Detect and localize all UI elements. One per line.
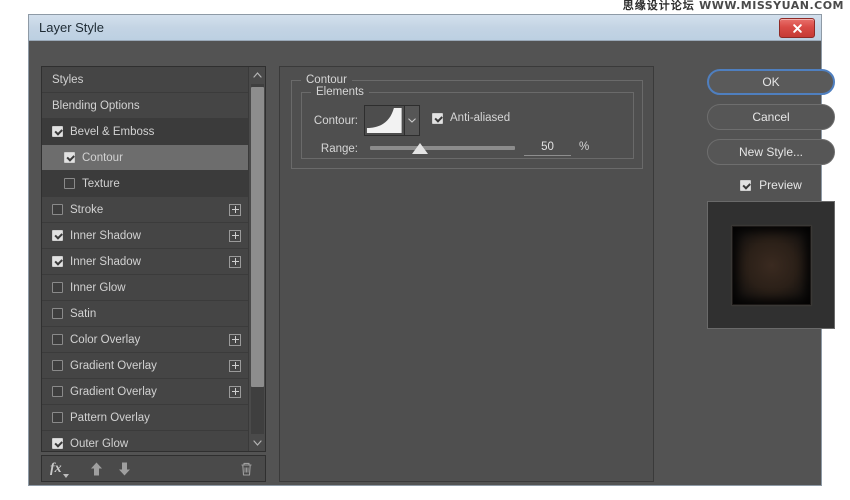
- range-slider-track[interactable]: [370, 146, 515, 150]
- checkbox-icon[interactable]: [52, 308, 63, 319]
- sidebar-item-label: Bevel & Emboss: [70, 125, 155, 138]
- contour-group-title: Contour: [301, 74, 352, 86]
- checkbox-icon[interactable]: [52, 360, 63, 371]
- sidebar-item-satin[interactable]: Satin: [42, 301, 248, 327]
- arrow-down-icon[interactable]: [118, 461, 131, 476]
- fx-label: fx: [50, 460, 62, 476]
- range-field-label: Range:: [320, 143, 358, 155]
- checkbox-icon[interactable]: [52, 126, 63, 137]
- sidebar-item-label: Gradient Overlay: [70, 385, 157, 398]
- layer-style-dialog: Layer Style Styles Blending Options Beve…: [28, 14, 835, 486]
- sidebar-item-color-overlay[interactable]: Color Overlay: [42, 327, 248, 353]
- sidebar-item-bevel-emboss[interactable]: Bevel & Emboss: [42, 119, 248, 145]
- chevron-down-icon: [62, 473, 69, 478]
- dialog-body: Styles Blending Options Bevel & Emboss C…: [29, 41, 835, 485]
- sidebar-item-label: Inner Shadow: [70, 229, 141, 242]
- sidebar-item-inner-shadow-2[interactable]: Inner Shadow: [42, 249, 248, 275]
- add-effect-icon[interactable]: [229, 229, 241, 242]
- elements-group-title: Elements: [311, 86, 369, 98]
- trash-icon[interactable]: [240, 461, 253, 476]
- checkbox-icon[interactable]: [64, 178, 75, 189]
- add-effect-icon[interactable]: [229, 203, 241, 216]
- checkbox-icon[interactable]: [52, 386, 63, 397]
- add-effect-icon[interactable]: [229, 333, 241, 346]
- ok-button[interactable]: OK: [707, 69, 835, 95]
- sidebar-item-pattern-overlay[interactable]: Pattern Overlay: [42, 405, 248, 431]
- anti-aliased-label: Anti-aliased: [450, 112, 511, 124]
- checkbox-icon[interactable]: [52, 256, 63, 267]
- sidebar-item-label: Stroke: [70, 203, 104, 216]
- add-effect-icon[interactable]: [229, 255, 241, 268]
- fx-icon[interactable]: fx: [50, 460, 69, 478]
- titlebar: Layer Style: [29, 15, 821, 41]
- styles-list-header: Styles: [42, 67, 248, 93]
- contour-preset-picker[interactable]: [364, 105, 420, 136]
- styles-scrollbar[interactable]: [248, 67, 265, 451]
- sidebar-item-label: Color Overlay: [70, 333, 141, 346]
- close-icon[interactable]: [779, 18, 815, 38]
- contour-field-label: Contour:: [313, 115, 358, 127]
- sidebar-item-inner-glow[interactable]: Inner Glow: [42, 275, 248, 301]
- styles-list-header-label: Styles: [52, 73, 84, 86]
- screenshot-root: 思缘设计论坛 WWW.MISSYUAN.COM Layer Style Styl…: [0, 0, 850, 500]
- arrow-up-icon[interactable]: [90, 461, 103, 476]
- sidebar-item-label: Blending Options: [52, 99, 140, 112]
- sidebar-item-label: Satin: [70, 307, 97, 320]
- range-input[interactable]: 50: [524, 140, 571, 156]
- range-unit-label: %: [579, 141, 590, 153]
- scroll-down-icon[interactable]: [249, 435, 265, 451]
- styles-scroll-area: Styles Blending Options Bevel & Emboss C…: [42, 67, 248, 451]
- checkbox-icon[interactable]: [52, 438, 63, 449]
- sidebar-item-gradient-overlay-1[interactable]: Gradient Overlay: [42, 353, 248, 379]
- sidebar-item-inner-shadow-1[interactable]: Inner Shadow: [42, 223, 248, 249]
- watermark-cn: 思缘设计论坛: [622, 0, 695, 12]
- sidebar-item-outer-glow[interactable]: Outer Glow: [42, 431, 248, 451]
- preview-shape: [732, 226, 811, 305]
- page-title: Layer Style: [39, 20, 105, 35]
- chevron-down-icon[interactable]: [403, 106, 419, 135]
- preview-checkbox[interactable]: Preview: [707, 174, 835, 196]
- anti-aliased-checkbox[interactable]: Anti-aliased: [432, 112, 510, 124]
- watermark-text: 思缘设计论坛 WWW.MISSYUAN.COM: [623, 0, 844, 13]
- watermark-strip: 思缘设计论坛 WWW.MISSYUAN.COM: [0, 0, 850, 14]
- checkbox-icon[interactable]: [52, 282, 63, 293]
- styles-toolbar: fx: [41, 455, 266, 482]
- sidebar-item-label: Inner Glow: [70, 281, 126, 294]
- contour-group: Contour Elements Contour: Anti-aliased R…: [291, 74, 643, 169]
- sidebar-item-contour[interactable]: Contour: [42, 145, 248, 171]
- checkbox-icon[interactable]: [52, 412, 63, 423]
- new-style-button[interactable]: New Style...: [707, 139, 835, 165]
- scrollbar-thumb[interactable]: [251, 87, 264, 387]
- add-effect-icon[interactable]: [229, 385, 241, 398]
- elements-group: Elements Contour: Anti-aliased Range: 50…: [301, 86, 634, 159]
- sidebar-item-label: Inner Shadow: [70, 255, 141, 268]
- watermark-url: WWW.MISSYUAN.COM: [699, 0, 844, 12]
- checkbox-icon[interactable]: [52, 204, 63, 215]
- scroll-up-icon[interactable]: [249, 67, 265, 83]
- add-effect-icon[interactable]: [229, 359, 241, 372]
- style-preview-thumbnail: [707, 201, 835, 329]
- sidebar-item-gradient-overlay-2[interactable]: Gradient Overlay: [42, 379, 248, 405]
- sidebar-item-blending-options[interactable]: Blending Options: [42, 93, 248, 119]
- styles-list-panel: Styles Blending Options Bevel & Emboss C…: [41, 66, 266, 452]
- sidebar-item-label: Pattern Overlay: [70, 411, 150, 424]
- checkbox-icon[interactable]: [52, 230, 63, 241]
- checkbox-icon[interactable]: [740, 179, 752, 191]
- sidebar-item-label: Texture: [82, 177, 120, 190]
- contour-curve-icon: [365, 106, 404, 135]
- preview-label: Preview: [759, 178, 802, 192]
- checkbox-icon[interactable]: [52, 334, 63, 345]
- sidebar-item-label: Contour: [82, 151, 123, 164]
- sidebar-item-label: Outer Glow: [70, 437, 129, 450]
- sidebar-item-stroke[interactable]: Stroke: [42, 197, 248, 223]
- cancel-button[interactable]: Cancel: [707, 104, 835, 130]
- checkbox-icon[interactable]: [432, 112, 443, 124]
- sidebar-item-texture[interactable]: Texture: [42, 171, 248, 197]
- contour-settings-panel: Contour Elements Contour: Anti-aliased R…: [279, 66, 654, 482]
- sidebar-item-label: Gradient Overlay: [70, 359, 157, 372]
- checkbox-icon[interactable]: [64, 152, 75, 163]
- range-slider-thumb[interactable]: [412, 143, 428, 154]
